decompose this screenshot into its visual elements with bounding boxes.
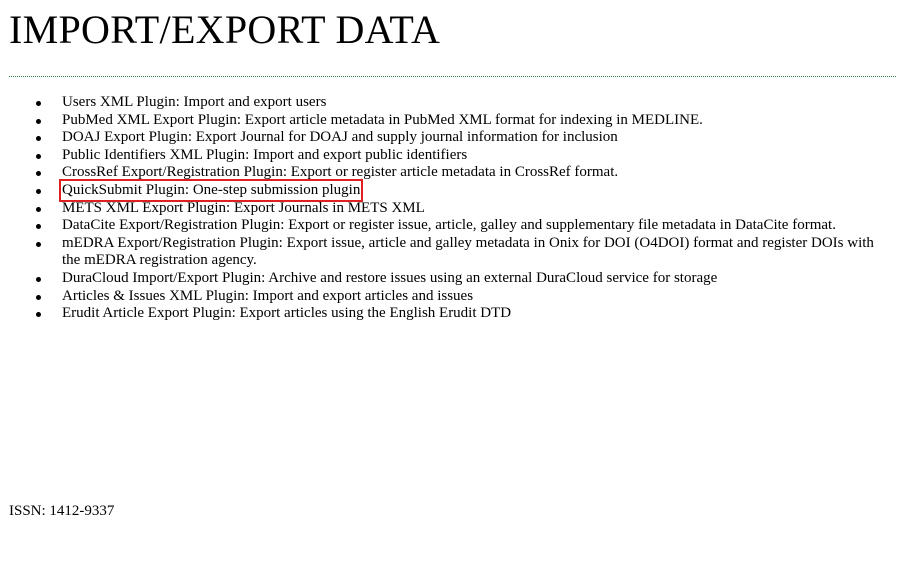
plugin-link-medra[interactable]: mEDRA Export/Registration Plugin: Export… (62, 235, 874, 269)
title-divider (9, 76, 896, 77)
plugin-link-duracloud[interactable]: DuraCloud Import/Export Plugin: Archive … (62, 270, 717, 286)
list-item: DataCite Export/Registration Plugin: Exp… (36, 217, 889, 235)
plugin-link-mets-xml[interactable]: METS XML Export Plugin: Export Journals … (62, 200, 425, 216)
bullet-icon (36, 136, 41, 142)
plugin-list: Users XML Plugin: Import and export user… (9, 94, 889, 323)
list-item-highlighted: QuickSubmit Plugin: One-step submission … (36, 178, 889, 202)
import-export-page: IMPORT/EXPORT DATA Users XML Plugin: Imp… (0, 0, 897, 573)
bullet-icon (36, 153, 41, 159)
plugin-link-public-identifiers[interactable]: Public Identifiers XML Plugin: Import an… (62, 147, 467, 163)
bullet-icon (36, 241, 41, 247)
list-item: CrossRef Export/Registration Plugin: Exp… (36, 164, 889, 182)
plugin-link-users-xml[interactable]: Users XML Plugin: Import and export user… (62, 94, 326, 110)
list-item: DuraCloud Import/Export Plugin: Archive … (36, 270, 889, 288)
list-item: Public Identifiers XML Plugin: Import an… (36, 147, 889, 165)
bullet-icon (36, 312, 41, 318)
list-item: Erudit Article Export Plugin: Export art… (36, 305, 889, 323)
bullet-icon (36, 206, 41, 212)
plugin-link-quicksubmit[interactable]: QuickSubmit Plugin: One-step submission … (58, 178, 364, 202)
plugin-link-erudit[interactable]: Erudit Article Export Plugin: Export art… (62, 305, 511, 321)
list-item: Users XML Plugin: Import and export user… (36, 94, 889, 112)
list-item: mEDRA Export/Registration Plugin: Export… (36, 235, 889, 270)
list-item: DOAJ Export Plugin: Export Journal for D… (36, 129, 889, 147)
bullet-icon (36, 276, 41, 282)
plugin-link-crossref[interactable]: CrossRef Export/Registration Plugin: Exp… (62, 164, 618, 180)
bullet-icon (36, 101, 41, 106)
bullet-icon (36, 294, 41, 300)
plugin-link-datacite[interactable]: DataCite Export/Registration Plugin: Exp… (62, 217, 836, 233)
list-item: METS XML Export Plugin: Export Journals … (36, 200, 889, 218)
plugin-link-pubmed-xml[interactable]: PubMed XML Export Plugin: Export article… (62, 112, 703, 128)
bullet-icon (36, 224, 41, 230)
plugin-link-doaj-export[interactable]: DOAJ Export Plugin: Export Journal for D… (62, 129, 618, 145)
issn-footer: ISSN: 1412-9337 (9, 503, 115, 519)
list-item: PubMed XML Export Plugin: Export article… (36, 112, 889, 130)
plugin-link-articles-issues-xml[interactable]: Articles & Issues XML Plugin: Import and… (62, 288, 473, 304)
bullet-icon (36, 188, 41, 194)
page-title: IMPORT/EXPORT DATA (9, 7, 441, 52)
bullet-icon (36, 171, 41, 177)
list-item: Articles & Issues XML Plugin: Import and… (36, 288, 889, 306)
bullet-icon (36, 118, 41, 124)
